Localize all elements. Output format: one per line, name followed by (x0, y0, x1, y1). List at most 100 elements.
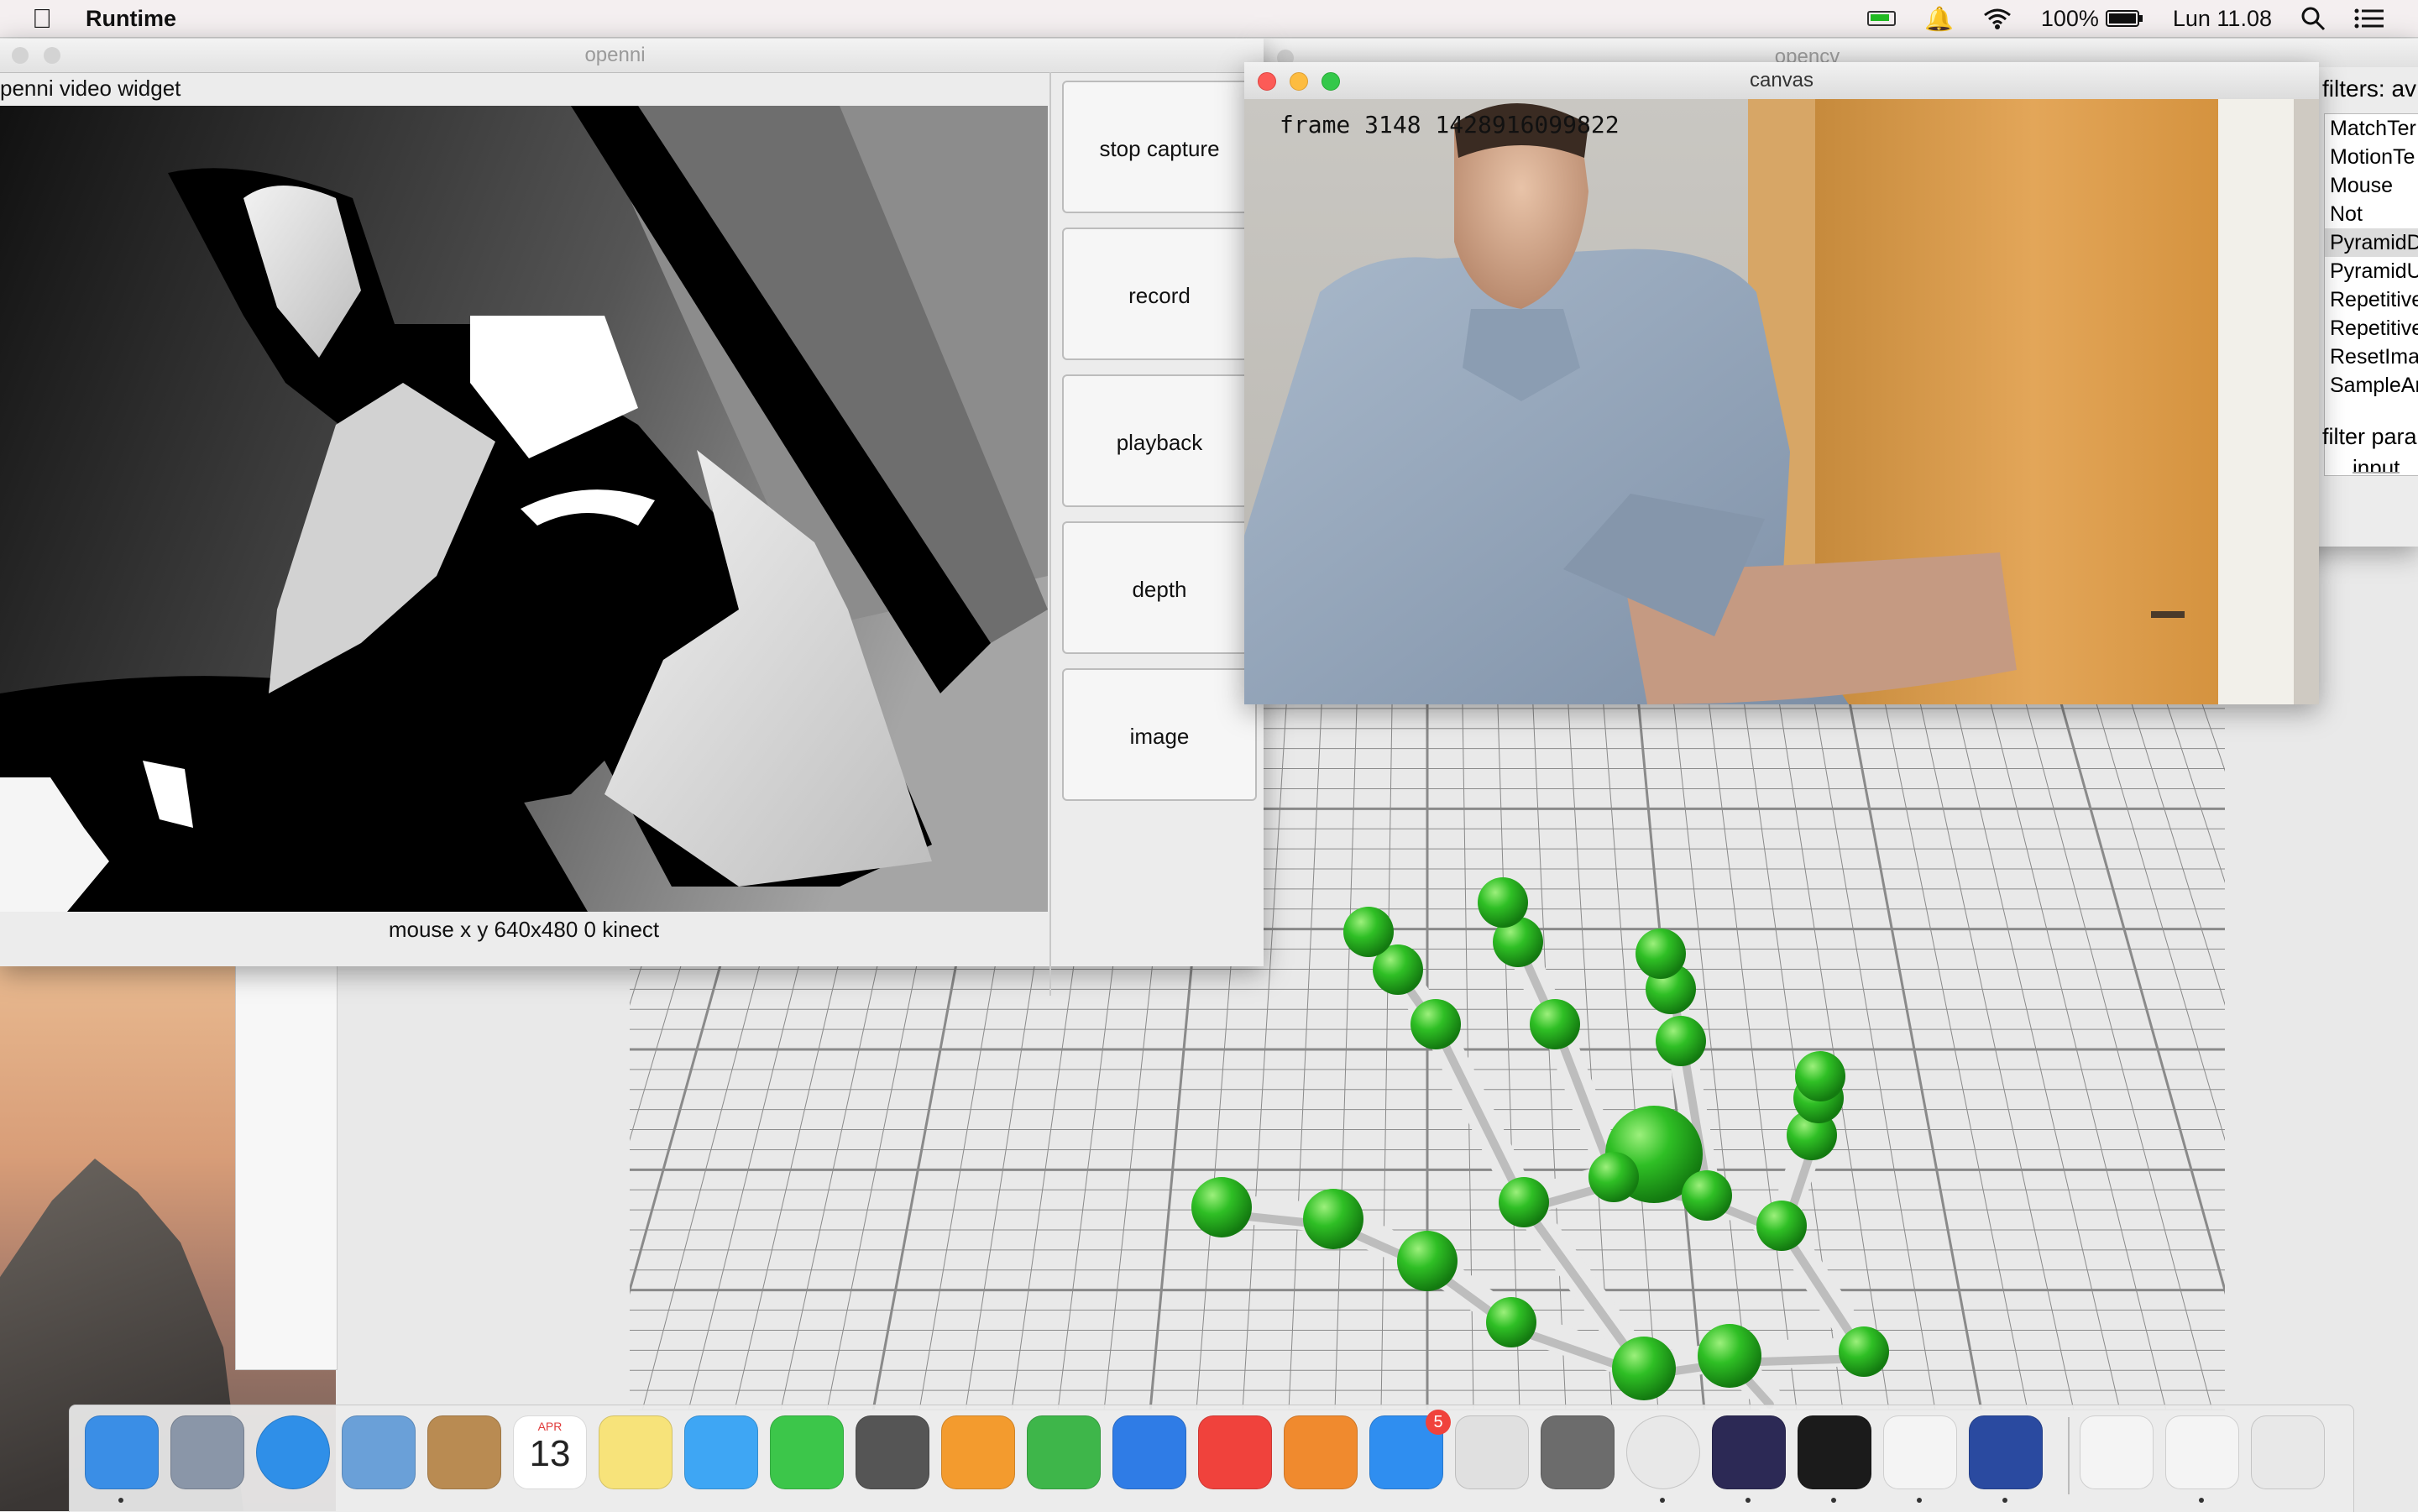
ibooks-icon[interactable] (1284, 1415, 1358, 1489)
eclipse-icon[interactable] (1712, 1415, 1786, 1489)
zoom-icon[interactable] (1322, 72, 1340, 91)
minimize-icon[interactable] (1290, 72, 1308, 91)
record-button[interactable]: record (1062, 228, 1257, 360)
canvas-titlebar[interactable]: canvas (1244, 62, 2319, 100)
hand-joint (1656, 1016, 1706, 1066)
runtime-flask-icon[interactable] (2080, 1415, 2154, 1489)
hand-joint (1588, 1152, 1639, 1202)
filter-list-item[interactable]: MotionTe (2325, 143, 2418, 171)
openni-window: openni penni video widget mouse x y 640x… (0, 39, 1264, 996)
calendar-icon[interactable]: APR 13 (513, 1415, 587, 1489)
filter-list-item[interactable]: PyramidU (2325, 257, 2418, 285)
openni-titlebar[interactable]: openni (0, 39, 1264, 73)
notes-icon[interactable] (599, 1415, 673, 1489)
calendar-day: 13 (529, 1433, 571, 1474)
hand-joint (1343, 907, 1394, 957)
running-indicator (118, 1498, 123, 1503)
frame-counter: frame 3148 1428916099822 (1280, 111, 1620, 139)
running-indicator (1831, 1498, 1836, 1503)
finder-icon[interactable] (85, 1415, 159, 1489)
hand-joint (1191, 1177, 1252, 1237)
status-bar: mouse x y 640x480 0 kinect (388, 917, 660, 942)
battery-percent[interactable]: 100% (2041, 6, 2099, 32)
window-title: openni (584, 44, 646, 66)
window-title: canvas (1749, 69, 1814, 92)
video-widget-label: penni video widget (0, 76, 181, 101)
app-name[interactable]: Runtime (86, 6, 176, 32)
hand-joint (1486, 1297, 1536, 1347)
close-icon[interactable] (12, 47, 29, 64)
notification-badge: 5 (1426, 1410, 1451, 1435)
apple-menu-icon[interactable]:  (32, 3, 52, 34)
contacts-icon[interactable] (427, 1415, 501, 1489)
safari-icon[interactable] (256, 1415, 330, 1489)
running-indicator (1745, 1498, 1751, 1503)
runtime-flask2-icon[interactable] (2165, 1415, 2239, 1489)
image-button[interactable]: image (1062, 668, 1257, 801)
close-icon[interactable] (1258, 72, 1276, 91)
dock-separator (2068, 1417, 2070, 1494)
opencv-filters-panel: filters: av MatchTer MotionTe Mouse Not Pyra… (2319, 67, 2418, 504)
hand-joint (1612, 1337, 1676, 1400)
notification-bell-icon[interactable]: 🔔 (1924, 5, 1954, 33)
photo-booth-icon[interactable] (856, 1415, 929, 1489)
camera-feed-view[interactable]: frame 3148 1428916099822 (1244, 99, 2319, 704)
filter-list-item[interactable]: MatchTer (2325, 114, 2418, 143)
battery-icon[interactable] (2105, 8, 2144, 29)
java-icon[interactable] (1883, 1415, 1957, 1489)
filter-list-item[interactable]: SampleAr (2325, 371, 2418, 400)
filters-list: MatchTer MotionTe Mouse Not PyramidD PyramidU… (2324, 113, 2418, 476)
wifi-icon[interactable] (1982, 7, 2012, 30)
running-indicator (1660, 1498, 1665, 1503)
filter-list-item[interactable]: PyramidD (2325, 228, 2418, 257)
terminal-icon[interactable] (1798, 1415, 1871, 1489)
menu-bar:  Runtime 🔔 100% Lun 11.08 (0, 0, 2418, 38)
filter-list-item[interactable]: ResetIma (2325, 343, 2418, 371)
filter-list-item[interactable]: Not (2325, 200, 2418, 228)
hand-joint (1397, 1231, 1458, 1291)
xquartz-icon[interactable] (1969, 1415, 2043, 1489)
filter-params-label: filter para (2322, 424, 2417, 449)
canvas-window: canvas frame 3148 1428916099822 (1244, 62, 2319, 704)
filters-label: filters: av (2322, 76, 2417, 102)
running-indicator (2002, 1498, 2007, 1503)
chrome-icon[interactable] (1626, 1415, 1700, 1489)
numbers-icon[interactable] (1027, 1415, 1101, 1489)
keynote-icon[interactable] (1112, 1415, 1186, 1489)
spotlight-search-icon[interactable] (2300, 6, 2326, 31)
hand-joint (1478, 877, 1528, 928)
system-preferences-icon[interactable] (1541, 1415, 1615, 1489)
hand-joint (1698, 1324, 1761, 1388)
preview-icon[interactable] (342, 1415, 416, 1489)
hand-joint (1499, 1177, 1549, 1227)
calendar-month: APR (537, 1420, 563, 1433)
hand-joint (1839, 1326, 1889, 1377)
facetime-icon[interactable] (770, 1415, 844, 1489)
itunes-icon[interactable] (1198, 1415, 1272, 1489)
hand-joint (1682, 1170, 1732, 1221)
notification-center-icon[interactable] (2354, 8, 2384, 29)
playback-button[interactable]: playback (1062, 374, 1257, 507)
filter-list-item[interactable]: Repetitive (2325, 314, 2418, 343)
hand-joint (1530, 999, 1580, 1049)
dock: APR 13 5 (69, 1405, 2354, 1512)
photos-icon[interactable] (1455, 1415, 1529, 1489)
stop-capture-button[interactable]: stop capture (1062, 81, 1257, 213)
trash-icon[interactable] (2251, 1415, 2325, 1489)
pages-icon[interactable] (941, 1415, 1015, 1489)
hand-joint (1303, 1189, 1363, 1249)
running-indicator (1917, 1498, 1922, 1503)
depth-button[interactable]: depth (1062, 521, 1257, 654)
clock[interactable]: Lun 11.08 (2173, 6, 2272, 32)
depth-video-view[interactable] (0, 106, 1048, 912)
app-store-icon[interactable]: 5 (1369, 1410, 1451, 1489)
input-label: input (2353, 455, 2400, 473)
minimize-icon[interactable] (44, 47, 60, 64)
filter-list-item[interactable]: Repetitive (2325, 285, 2418, 314)
filter-list-item[interactable]: Mouse (2325, 171, 2418, 200)
background-panel (235, 965, 338, 1370)
status-indicator-icon[interactable] (1866, 11, 1896, 26)
launchpad-icon[interactable] (170, 1415, 244, 1489)
hand-joint (1636, 929, 1686, 979)
messages-icon[interactable] (684, 1415, 758, 1489)
